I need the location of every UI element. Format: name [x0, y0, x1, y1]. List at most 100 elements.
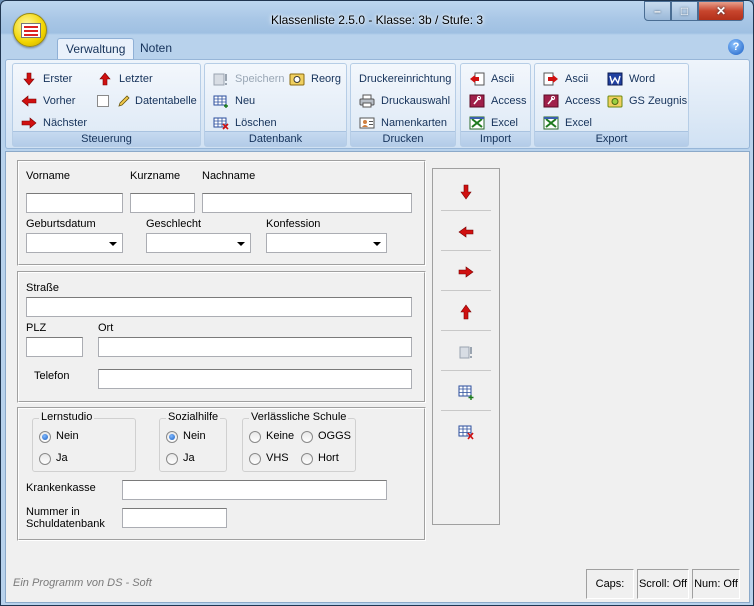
plz-input[interactable] — [26, 337, 83, 357]
help-button[interactable]: ? — [728, 39, 744, 55]
access-icon — [543, 94, 559, 108]
datentabelle-checkbox[interactable] — [97, 95, 109, 107]
tab-noten[interactable]: Noten — [132, 38, 180, 60]
sozialhilfe-label: Sozialhilfe — [166, 411, 221, 423]
arrow-right-icon — [458, 266, 474, 278]
nav-neu-button[interactable] — [441, 372, 491, 411]
save-icon — [459, 346, 472, 359]
report-card-icon — [607, 95, 623, 108]
tab-verwaltung[interactable]: Verwaltung — [57, 38, 135, 60]
ort-input[interactable] — [98, 337, 412, 357]
delete-record-icon — [213, 117, 229, 130]
konfession-label: Konfession — [266, 218, 321, 230]
group-steuerung: Erster Vorher Nächster Letzter Datentabe… — [12, 63, 201, 147]
vorname-label: Vorname — [26, 170, 71, 182]
verlaessliche-schule-group: Verlässliche Schule Keine OGGS VHS Hort — [242, 411, 356, 472]
title-bar[interactable]: Klassenliste 2.5.0 - Klasse: 3b / Stufe:… — [1, 1, 753, 31]
nachname-label: Nachname — [202, 170, 256, 182]
excel-icon — [469, 116, 485, 130]
word-icon — [607, 72, 623, 86]
geschlecht-label: Geschlecht — [146, 218, 202, 230]
telefon-input[interactable] — [98, 369, 412, 389]
nav-letzter-button[interactable] — [441, 292, 491, 331]
krankenkasse-label: Krankenkasse — [26, 482, 96, 494]
printer-icon — [359, 94, 375, 108]
save-icon — [213, 73, 227, 86]
sozialhilfe-group: Sozialhilfe Nein Ja — [159, 411, 227, 472]
app-logo-icon — [21, 23, 41, 38]
minimize-button[interactable]: – — [644, 1, 671, 21]
group-label-import: Import — [461, 131, 530, 146]
access-icon — [469, 94, 485, 108]
pencil-icon — [118, 95, 130, 107]
status-num: Num: Off — [692, 569, 740, 599]
arrow-up-icon — [460, 304, 472, 320]
close-icon: ✕ — [715, 4, 727, 18]
group-drucken: Druckereinrichtung Druckauswahl Namenkar… — [350, 63, 456, 147]
excel-icon — [543, 116, 559, 130]
status-scroll: Scroll: Off — [637, 569, 689, 599]
delete-record-icon — [458, 425, 474, 440]
arrow-left-icon — [458, 226, 474, 238]
verlaessliche-schule-label: Verlässliche Schule — [249, 411, 349, 423]
nav-naechster-button[interactable] — [441, 252, 491, 291]
arrow-right-icon — [21, 117, 37, 129]
nav-speichern-button[interactable] — [441, 332, 491, 371]
krankenkasse-input[interactable] — [122, 480, 387, 500]
group-import: Ascii Access Excel Import — [460, 63, 531, 147]
ribbon: Erster Vorher Nächster Letzter Datentabe… — [5, 59, 750, 149]
main-content: Vorname Kurzname Nachname Geburtsdatum G… — [5, 151, 750, 603]
geschlecht-select[interactable] — [146, 233, 251, 253]
new-record-icon — [458, 385, 474, 400]
maximize-button[interactable]: □ — [671, 1, 698, 21]
group-label-datenbank: Datenbank — [205, 131, 346, 146]
lernstudio-group: Lernstudio Nein Ja — [32, 411, 136, 472]
window-title: Klassenliste 2.5.0 - Klasse: 3b / Stufe:… — [270, 13, 484, 27]
nav-erster-button[interactable] — [441, 172, 491, 211]
import-ascii-icon — [470, 72, 485, 86]
nummer-label-line1: Nummer in — [26, 506, 80, 518]
vorname-input[interactable] — [26, 193, 123, 213]
close-button[interactable]: ✕ — [698, 1, 744, 21]
footer-credit: Ein Programm von DS - Soft — [13, 577, 152, 589]
arrow-left-icon — [21, 95, 37, 107]
reorg-icon — [289, 73, 305, 86]
chevron-down-icon — [237, 242, 245, 246]
panel-address: Straße PLZ Ort Telefon — [17, 271, 426, 403]
arrow-down-icon — [23, 72, 35, 86]
strasse-input[interactable] — [26, 297, 412, 317]
group-label-drucken: Drucken — [351, 131, 455, 146]
nummer-label-line2: Schuldatenbank — [26, 518, 105, 530]
arrow-up-icon — [99, 72, 111, 86]
chevron-down-icon — [109, 242, 117, 246]
arrow-down-icon — [460, 184, 472, 200]
kurzname-label: Kurzname — [130, 170, 181, 182]
geburtsdatum-label: Geburtsdatum — [26, 218, 96, 230]
telefon-label: Telefon — [34, 370, 70, 382]
konfession-select[interactable] — [266, 233, 387, 253]
nav-loeschen-button[interactable] — [441, 412, 491, 451]
group-label-export: Export — [535, 131, 688, 146]
plz-label: PLZ — [26, 322, 47, 334]
group-label-steuerung: Steuerung — [13, 131, 200, 146]
export-ascii-icon — [543, 72, 558, 86]
strasse-label: Straße — [26, 282, 60, 294]
status-caps: Caps: Off — [586, 569, 634, 599]
chevron-down-icon — [373, 242, 381, 246]
kurzname-input[interactable] — [130, 193, 195, 213]
lernstudio-label: Lernstudio — [39, 411, 95, 423]
ort-label: Ort — [98, 322, 114, 334]
maximize-icon: □ — [680, 4, 689, 18]
geburtsdatum-select[interactable] — [26, 233, 123, 253]
name-card-icon — [359, 117, 375, 129]
panel-options: Lernstudio Nein Ja Sozialhilfe Nein Ja V… — [17, 407, 426, 541]
group-export: Ascii Access Excel Word GS Zeugnis Expor… — [534, 63, 689, 147]
nachname-input[interactable] — [202, 193, 412, 213]
nav-vorher-button[interactable] — [441, 212, 491, 251]
datentabelle-button[interactable]: Datentabelle — [97, 92, 197, 110]
nummer-schuldatenbank-input[interactable] — [122, 508, 227, 528]
group-datenbank: Speichern Neu Löschen Reorg Datenbank — [204, 63, 347, 147]
record-navigation-toolbar — [432, 168, 500, 525]
app-menu-button[interactable] — [13, 13, 47, 47]
main-window: Klassenliste 2.5.0 - Klasse: 3b / Stufe:… — [0, 0, 754, 606]
